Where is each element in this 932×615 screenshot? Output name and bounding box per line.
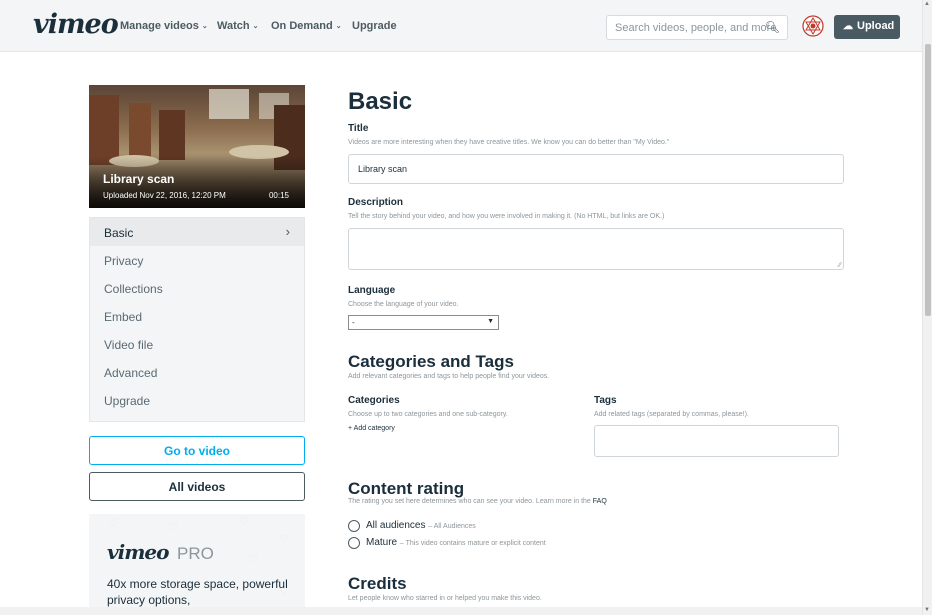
faq-link[interactable]: FAQ (593, 498, 607, 505)
scroll-up-arrow-icon[interactable]: ▲ (924, 1, 930, 7)
vimeo-logo[interactable]: vimeo (33, 9, 119, 40)
sidebar-item-label: Advanced (104, 366, 158, 380)
upload-button[interactable]: ☁ Upload (834, 15, 900, 39)
language-selected: - (352, 318, 355, 327)
heart-pattern-icon: ♡ (249, 554, 258, 565)
upload-date: Uploaded Nov 22, 2016, 12:20 PM (103, 191, 226, 200)
categories-hint: Choose up to two categories and one sub-… (348, 411, 508, 418)
sidebar-item-label: Privacy (104, 254, 144, 268)
page-title: Basic (348, 88, 413, 115)
horizontal-scrollbar[interactable] (0, 607, 922, 615)
title-hint: Videos are more interesting when they ha… (348, 139, 670, 146)
sidebar-item-advanced[interactable]: Advanced (90, 358, 304, 386)
description-label: Description (348, 197, 404, 208)
heart-pattern-icon: ♡ (279, 534, 288, 545)
nav-label: Watch (217, 20, 250, 32)
tags-label: Tags (594, 395, 617, 406)
heart-pattern-icon: ♡ (169, 522, 178, 533)
sidebar-item-privacy[interactable]: Privacy (90, 246, 304, 274)
sidebar-item-collections[interactable]: Collections (90, 274, 304, 302)
nav-upgrade[interactable]: Upgrade (352, 20, 397, 32)
vimeo-pro-promo[interactable]: ♡ ♡ ♡ ♡ ♡ ♡ vimeo PRO 40x more storage s… (89, 514, 305, 607)
sidebar-item-upgrade[interactable]: Upgrade (90, 386, 304, 414)
language-hint: Choose the language of your video. (348, 301, 459, 308)
sidebar-item-label: Upgrade (104, 394, 151, 408)
all-videos-button[interactable]: All videos (89, 472, 305, 501)
promo-text: 40x more storage space, powerful privacy… (107, 577, 288, 607)
categories-tags-hint: Add relevant categories and tags to help… (348, 373, 550, 380)
sidebar-item-label: Embed (104, 310, 143, 324)
rating-option-label: All audiences (366, 520, 426, 531)
nav-watch[interactable]: Watch ⌄ (217, 20, 258, 32)
rating-option-sub: – All Audiences (428, 523, 476, 530)
language-select[interactable]: - ▼ (348, 315, 499, 330)
chevron-right-icon: › (285, 224, 290, 239)
description-hint: Tell the story behind your video, and ho… (348, 213, 665, 220)
content-rating-hint-text: The rating you set here determines who c… (348, 498, 591, 505)
pro-label: PRO (177, 544, 214, 563)
nav-label: Manage videos (120, 20, 199, 32)
categories-tags-heading: Categories and Tags (348, 352, 514, 371)
content-rating-hint: The rating you set here determines who c… (348, 498, 607, 505)
sidebar-item-basic[interactable]: Basic › (90, 218, 304, 246)
scroll-down-arrow-icon[interactable]: ▼ (924, 607, 930, 613)
top-nav-bar: vimeo Manage videos ⌄ Watch ⌄ On Demand ⌄ U… (0, 0, 922, 52)
rating-option-sub: – This video contains mature or explicit… (399, 540, 546, 547)
chevron-down-icon: ⌄ (201, 23, 208, 30)
sidebar-item-label: Collections (104, 282, 163, 296)
heart-pattern-icon: ♡ (239, 516, 248, 527)
rating-all-audiences-label[interactable]: All audiences – All Audiences (366, 520, 476, 531)
nav-manage-videos[interactable]: Manage videos ⌄ (120, 20, 208, 32)
search-placeholder: Search videos, people, and more (615, 22, 777, 34)
video-title: Library scan (103, 172, 175, 186)
dropdown-caret-icon: ▼ (487, 318, 494, 325)
cloud-upload-icon: ☁ (843, 21, 853, 32)
language-label: Language (348, 285, 396, 296)
sidebar-item-video-file[interactable]: Video file (90, 330, 304, 358)
tags-input[interactable] (594, 425, 839, 457)
credits-heading: Credits (348, 574, 407, 593)
resize-grip-icon[interactable]: ∕∕ (839, 262, 841, 269)
search-input[interactable]: Search videos, people, and more 🔍︎ (606, 15, 788, 40)
scrollbar-thumb[interactable] (925, 44, 931, 316)
add-category-link[interactable]: + Add category (348, 425, 395, 432)
title-input[interactable]: Library scan (348, 154, 844, 184)
nav-on-demand[interactable]: On Demand ⌄ (271, 20, 342, 32)
go-to-video-button[interactable]: Go to video (89, 436, 305, 465)
settings-sidebar-menu: Basic › Privacy Collections Embed Video … (89, 217, 305, 422)
search-icon[interactable]: 🔍︎ (765, 20, 780, 34)
chevron-down-icon: ⌄ (252, 23, 259, 30)
user-avatar-icon[interactable] (802, 15, 824, 37)
rating-mature-label[interactable]: Mature – This video contains mature or e… (366, 537, 546, 548)
video-thumbnail[interactable]: Library scan Uploaded Nov 22, 2016, 12:2… (89, 85, 305, 208)
description-textarea[interactable]: ∕∕ (348, 228, 844, 270)
vimeo-pro-logo: vimeo (107, 540, 169, 564)
vertical-scrollbar[interactable]: ▲ ▼ (922, 0, 932, 615)
categories-label: Categories (348, 395, 400, 406)
rating-option-label: Mature (366, 537, 398, 548)
sidebar-item-label: Basic (104, 226, 134, 240)
video-duration: 00:15 (268, 191, 289, 200)
sidebar-item-label: Video file (104, 338, 154, 352)
sidebar-item-embed[interactable]: Embed (90, 302, 304, 330)
content-rating-heading: Content rating (348, 479, 465, 498)
heart-pattern-icon: ♡ (109, 518, 118, 529)
tags-hint: Add related tags (separated by commas, p… (594, 411, 749, 418)
nav-label: Upgrade (352, 20, 397, 32)
credits-hint: Let people know who starred in or helped… (348, 595, 542, 602)
rating-mature-radio[interactable] (348, 537, 360, 549)
chevron-down-icon: ⌄ (335, 23, 342, 30)
nav-label: On Demand (271, 20, 333, 32)
upload-label: Upload (857, 20, 895, 32)
title-label: Title (348, 123, 369, 134)
rating-all-audiences-radio[interactable] (348, 520, 360, 532)
